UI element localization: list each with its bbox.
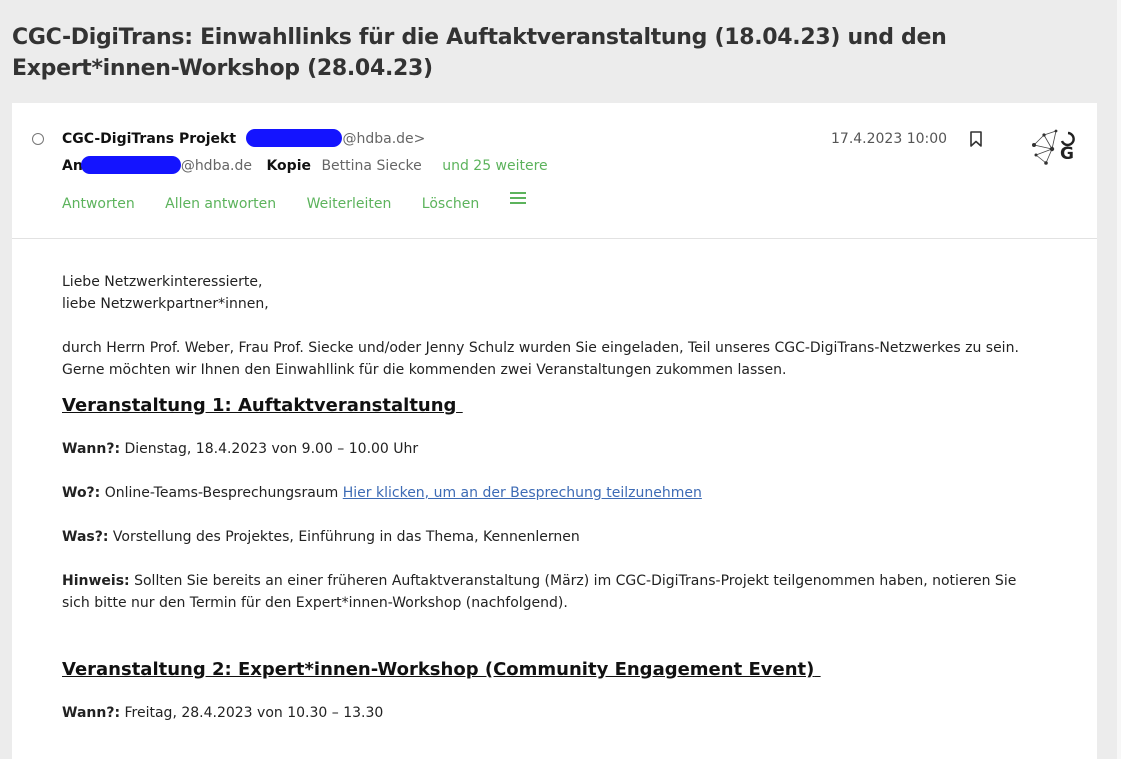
email-card: CGC-DigiTrans Projekt @hdba.de> An @hdba.…	[12, 103, 1097, 759]
cc-name[interactable]: Bettina Siecke	[321, 158, 421, 174]
to-address[interactable]: @hdba.de	[181, 158, 252, 174]
event2-when: Wann?: Freitag, 28.4.2023 von 10.30 – 13…	[62, 702, 1047, 724]
action-bar: Antworten Allen antworten Weiterleiten L…	[62, 189, 526, 212]
event1-note-line-2: sich bitte nur den Termin für den Expert…	[62, 595, 568, 611]
event1-where-value: Online-Teams-Besprechungsraum	[100, 485, 343, 501]
recipients-line: An @hdba.de Kopie Bettina Siecke und 25 w…	[62, 156, 548, 174]
email-date: 17.4.2023 10:00	[831, 131, 948, 147]
sender-email: @hdba.de>	[342, 131, 426, 147]
event1-where-label: Wo?:	[62, 485, 101, 501]
event1-note-value-1: Sollten Sie bereits an einer früheren Au…	[129, 573, 1017, 589]
event2-heading: Veranstaltung 2: Expert*innen-Workshop (…	[62, 658, 1047, 682]
more-recipients-link[interactable]: und 25 weitere	[442, 158, 547, 174]
event1-heading: Veranstaltung 1: Auftaktveranstaltung	[62, 394, 1047, 418]
event1-when-value: Dienstag, 18.4.2023 von 9.00 – 10.00 Uhr	[120, 441, 419, 457]
greeting-line-2: liebe Netzwerkpartner*innen,	[62, 296, 269, 312]
reply-button[interactable]: Antworten	[62, 196, 135, 212]
event1-when: Wann?: Dienstag, 18.4.2023 von 9.00 – 10…	[62, 438, 1047, 460]
svg-text:G: G	[1060, 144, 1074, 164]
sender-line: CGC-DigiTrans Projekt @hdba.de>	[62, 129, 425, 147]
greeting-line-1: Liebe Netzwerkinteressierte,	[62, 274, 263, 290]
event1-where: Wo?: Online-Teams-Besprechungsraum Hier …	[62, 482, 1047, 504]
redacted-recipient	[80, 156, 181, 174]
bookmark-icon[interactable]	[969, 131, 983, 147]
event2-when-value: Freitag, 28.4.2023 von 10.30 – 13.30	[120, 705, 384, 721]
event1-what-label: Was?:	[62, 529, 109, 545]
to-label: An	[62, 158, 83, 174]
teams-meeting-link[interactable]: Hier klicken, um an der Besprechung teil…	[343, 485, 702, 501]
delete-button[interactable]: Löschen	[422, 196, 479, 212]
event1-what-value: Vorstellung des Projektes, Einführung in…	[108, 529, 580, 545]
cc-label: Kopie	[266, 158, 311, 174]
reply-all-button[interactable]: Allen antworten	[165, 196, 276, 212]
intro-line-2: Gerne möchten wir Ihnen den Einwahllink …	[62, 362, 787, 378]
menu-icon[interactable]	[509, 189, 526, 207]
event2-when-label: Wann?:	[62, 705, 121, 721]
event2-heading-text: Veranstaltung 2: Expert*innen-Workshop (…	[62, 659, 815, 680]
redacted-sender-address	[246, 129, 343, 147]
email-header: CGC-DigiTrans Projekt @hdba.de> An @hdba.…	[12, 103, 1097, 239]
sender-name[interactable]: CGC-DigiTrans Projekt	[62, 131, 236, 147]
event1-what: Was?: Vorstellung des Projektes, Einführ…	[62, 526, 1047, 548]
event1-when-label: Wann?:	[62, 441, 121, 457]
read-status-radio[interactable]	[32, 133, 44, 145]
forward-button[interactable]: Weiterleiten	[307, 196, 392, 212]
email-body: Liebe Netzwerkinteressierte, liebe Netzw…	[12, 239, 1097, 724]
event1-heading-text: Veranstaltung 1: Auftaktveranstaltung	[62, 395, 457, 416]
intro-line-1: durch Herrn Prof. Weber, Frau Prof. Siec…	[62, 340, 1019, 356]
sender-logo: G	[1032, 129, 1075, 165]
scrollbar[interactable]	[1117, 0, 1121, 759]
event1-note: Hinweis: Sollten Sie bereits an einer fr…	[62, 570, 1047, 592]
event1-note-label: Hinweis:	[62, 573, 130, 589]
email-subject: CGC-DigiTrans: Einwahllinks für die Auft…	[12, 25, 947, 81]
